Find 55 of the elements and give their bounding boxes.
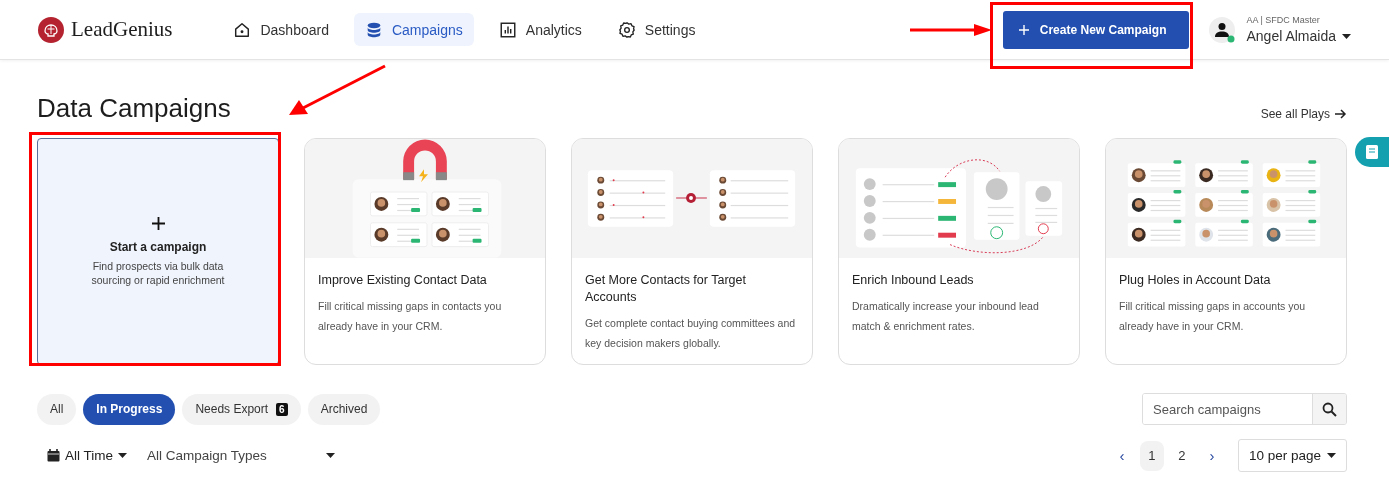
see-all-plays-link[interactable]: See all Plays [1260,107,1347,121]
help-tab[interactable] [1355,137,1389,167]
play-card[interactable]: Get More Contacts for Target Accounts Get complete contact buying committees and key decision makers globally. [571,138,813,365]
user-menu[interactable]: Angel Almaida [1246,28,1351,44]
play-card[interactable]: Enrich Inbound Leads Dramatically increase your inbound lead match & enrichment rates. [838,138,1080,365]
search-icon [1322,401,1337,417]
plus-icon [1018,24,1029,35]
create-campaign-button[interactable]: Create New Campaign [1002,10,1190,49]
card-title: Enrich Inbound Leads [852,272,975,289]
bar-chart-icon [498,20,517,39]
nav-tab[interactable]: Dashboard [222,13,340,46]
time-filter-dropdown[interactable]: All Time [37,448,127,463]
nav-tab[interactable]: Campaigns [353,13,474,46]
card-title: Start a campaign [109,239,207,254]
card-description: Fill critical missing gaps in accounts you already have in your CRM. [1119,299,1307,334]
count-badge: 6 [276,402,288,416]
arrow-right-icon [1335,108,1347,120]
nav-tab[interactable]: Settings [606,13,707,46]
campaign-type-dropdown[interactable]: All Campaign Types [147,448,335,463]
card-description: Get complete contact buying committees and key decision makers globally. [585,316,797,351]
filter-tab[interactable]: In Progress [83,393,176,425]
caret-icon [118,453,127,458]
brain-logo-icon [38,16,64,43]
page-button[interactable]: 2 [1169,440,1194,471]
start-campaign-card[interactable]: Start a campaign Find prospects via bulk data sourcing or rapid enrichment [37,138,279,365]
per-page-dropdown[interactable]: 10 per page [1237,439,1347,472]
search-field[interactable]: Search campaigns [1142,393,1347,425]
user-role: AA | SFDC Master [1246,15,1321,25]
user-avatar[interactable] [1209,16,1236,43]
previous-page-button[interactable]: ‹ [1109,440,1134,471]
settings-icon [617,20,636,39]
home-icon [233,20,252,39]
brand-name: LeadGenius [71,17,173,42]
caret-icon [1342,33,1351,39]
card-description: Fill critical missing gaps in contacts you already have in your CRM. [318,299,503,334]
plus-icon [151,216,165,230]
page-title: Data Campaigns [37,93,231,124]
card-description: Find prospects via bulk data sourcing or rapid enrichment [90,258,226,287]
search-button[interactable] [1312,394,1346,424]
nav-tab[interactable]: Analytics [487,13,593,46]
play-card[interactable]: Plug Holes in Account Data Fill critical missing gaps in accounts you already have in your CRM. [1105,138,1347,365]
filter-tab[interactable]: All [37,393,77,425]
play-card[interactable]: Improve Existing Contact Data Fill critical missing gaps in contacts you already have in your CRM. [304,138,546,365]
card-title: Get More Contacts for Target Accounts [585,272,747,306]
filter-tab[interactable]: Archived [307,393,381,425]
next-page-button[interactable]: › [1199,440,1224,471]
filter-tab[interactable]: Needs Export 6 [182,393,301,425]
caret-icon [1327,453,1336,458]
card-description: Dramatically increase your inbound lead match & enrichment rates. [852,299,1040,334]
book-icon [1365,144,1379,160]
calendar-icon [47,449,60,462]
caret-icon [326,453,335,458]
card-title: Plug Holes in Account Data [1119,272,1272,289]
page-button[interactable]: 1 [1139,440,1164,471]
card-title: Improve Existing Contact Data [318,272,488,289]
